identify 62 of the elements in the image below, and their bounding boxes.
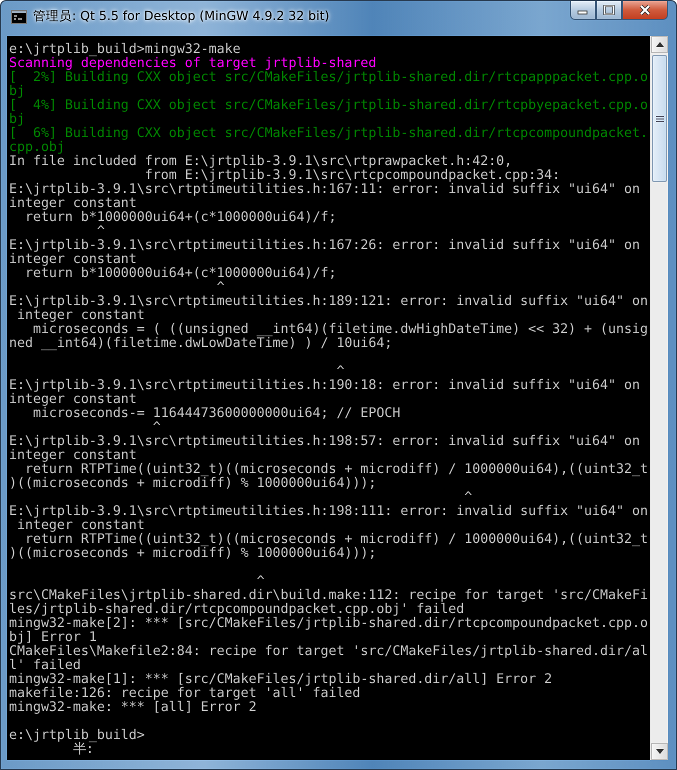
scroll-down-button[interactable]: [651, 743, 668, 760]
console-line: ^: [96, 225, 105, 239]
console-line: ^: [336, 365, 344, 379]
console-line: bj: [9, 85, 26, 99]
maximize-button[interactable]: [596, 1, 622, 20]
console-line: src\CMakeFiles\jrtplib-shared.dir\build.make:112: recipe for target 'src/CMakeFi: [9, 589, 649, 603]
console-line: microseconds-= 11644473600000000ui64; // EPOCH: [32, 407, 402, 421]
console-line: makefile:126: recipe for target 'all' failed: [9, 687, 362, 701]
console-line: E:\jrtplib-3.9.1\src\rtptimeutilities.h:167:26: error: invalid suffix "ui64" on: [9, 239, 641, 253]
console-line: from E:\jrtplib-3.9.1\src\rtcpcompoundpacket.cpp:34:: [144, 169, 562, 183]
console-line: cpp.obj: [9, 141, 66, 155]
console-line: ^: [152, 421, 161, 435]
close-button[interactable]: [622, 1, 668, 20]
console-line: integer constant: [9, 449, 137, 463]
console-line: CMakeFiles\Makefile2:84: recipe for target 'src/CMakeFiles/jrtplib-shared.dir/al: [9, 645, 649, 659]
console-line: l' failed: [9, 659, 81, 673]
console-line: [ 2%] Building CXX object src/CMakeFiles/jrtplib-shared.dir/rtcpapppacket.cpp.o: [9, 71, 649, 85]
console-line: return b*1000000ui64+(c*1000000ui64)/f;: [24, 211, 338, 225]
console-line: bj] Error 1: [9, 631, 97, 645]
console-line: les/jrtplib-shared.dir/rtcpcompoundpacket.cpp.obj' failed: [9, 603, 464, 617]
console-line: integer constant: [9, 393, 137, 407]
up-arrow-icon: [656, 42, 664, 47]
minimize-button[interactable]: [570, 1, 596, 20]
console-line: ^: [256, 575, 265, 589]
console-line: bj: [9, 113, 26, 127]
maximize-icon: [603, 5, 615, 15]
down-arrow-icon: [656, 749, 664, 754]
console-line: E:\jrtplib-3.9.1\src\rtptimeutilities.h:198:57: error: invalid suffix "ui64" on: [9, 435, 641, 449]
console-line: Scanning dependencies of target jrtplib-shared: [9, 57, 376, 71]
console-line: integer constant: [9, 197, 137, 211]
console-line: return RTPTime((uint32_t)((microseconds + microdiff) / 1000000ui64),((uint32_t: [24, 463, 649, 477]
grip-icon: [656, 114, 664, 122]
console-icon: [11, 10, 27, 24]
console-line: ^: [216, 281, 225, 295]
console-line: return RTPTime((uint32_t)((microseconds + microdiff) / 1000000ui64),((uint32_t: [24, 533, 649, 547]
scroll-up-button[interactable]: [651, 36, 668, 53]
scroll-thumb[interactable]: [652, 55, 667, 182]
console-line: integer constant: [16, 309, 146, 323]
console-line: )((microseconds + microdiff) % 1000000ui64)));: [9, 477, 378, 491]
console-line: E:\jrtplib-3.9.1\src\rtptimeutilities.h:189:121: error: invalid suffix "ui64" on: [9, 295, 649, 309]
console-line: 半:: [72, 743, 94, 757]
console-line: return b*1000000ui64+(c*1000000ui64)/f;: [24, 267, 338, 281]
console-line: integer constant: [9, 253, 137, 267]
console-line: microseconds = ( ((unsigned __int64)(filetime.dwHighDateTime) << 32) + (unsig: [32, 323, 649, 337]
scrollbar[interactable]: [650, 36, 668, 760]
console-line: E:\jrtplib-3.9.1\src\rtptimeutilities.h:167:11: error: invalid suffix "ui64" on: [9, 183, 641, 197]
console-line: mingw32-make[2]: *** [src/CMakeFiles/jrtplib-shared.dir/rtcpcompoundpacket.cpp.o: [9, 617, 649, 631]
console-line: [ 6%] Building CXX object src/CMakeFiles/jrtplib-shared.dir/rtcpcompoundpacket.: [9, 127, 649, 141]
console-line: mingw32-make[1]: *** [src/CMakeFiles/jrtplib-shared.dir/all] Error 2: [9, 673, 554, 687]
console-line: In file included from E:\jrtplib-3.9.1\src\rtprawpacket.h:42:0,: [9, 155, 512, 169]
console-line: E:\jrtplib-3.9.1\src\rtptimeutilities.h:198:111: error: invalid suffix "ui64" on: [9, 505, 649, 519]
console-line: ned __int64)(filetime.dwLowDateTime) ) / 10ui64;: [9, 337, 392, 351]
window-title: 管理员: Qt 5.5 for Desktop (MinGW 4.9.2 32 bit): [33, 8, 330, 25]
console-line: integer constant: [16, 519, 145, 533]
console-line: E:\jrtplib-3.9.1\src\rtptimeutilities.h:190:18: error: invalid suffix "ui64" on: [9, 379, 641, 393]
console-line: mingw32-make: *** [all] Error 2: [9, 701, 258, 715]
close-icon: [638, 4, 652, 16]
console-line: )((microseconds + microdiff) % 1000000ui64)));: [9, 547, 378, 561]
console-line: [ 4%] Building CXX object src/CMakeFiles/jrtplib-shared.dir/rtcpbyepacket.cpp.o: [9, 99, 649, 113]
console-line: ^: [464, 491, 472, 505]
console-line: e:\jrtplib_build>mingw32-make: [9, 43, 242, 57]
console-line: e:\jrtplib_build>: [9, 729, 146, 743]
